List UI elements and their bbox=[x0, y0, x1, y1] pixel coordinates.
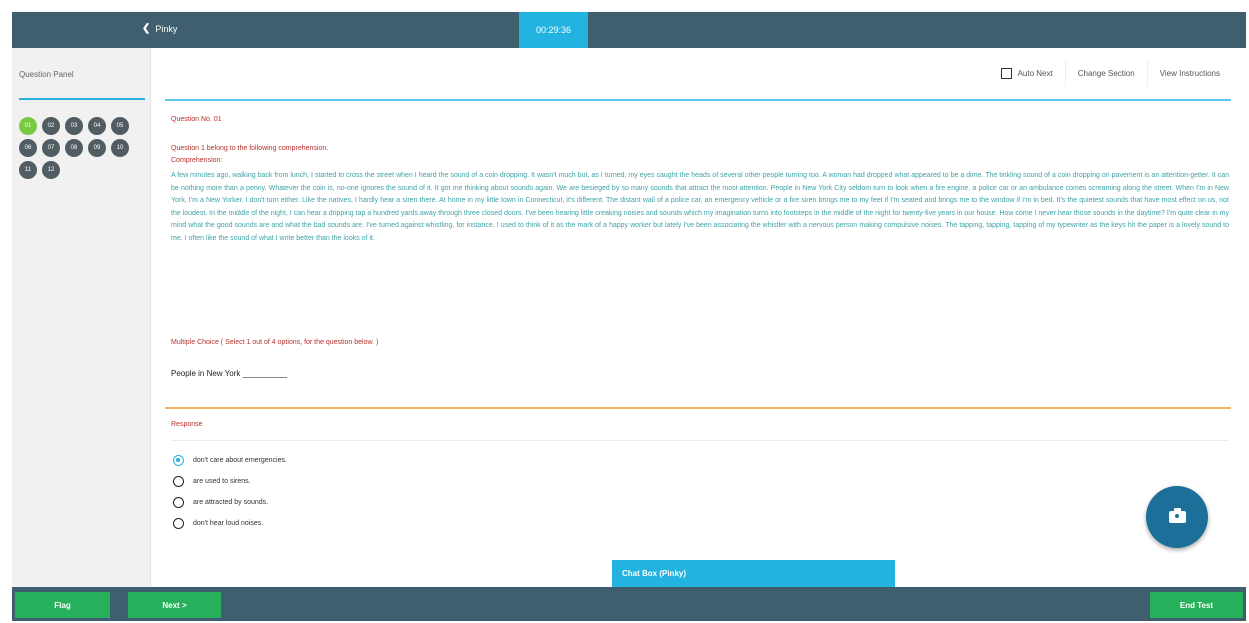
question-panel: Question Panel 01 02 03 04 05 06 07 08 0… bbox=[12, 48, 151, 587]
answer-option[interactable]: don't hear loud noises. bbox=[173, 513, 287, 534]
bottom-bar: Flag Next > End Test bbox=[12, 587, 1246, 621]
question-button-06[interactable]: 06 bbox=[19, 139, 37, 157]
auto-next-checkbox[interactable] bbox=[1000, 67, 1012, 79]
main-content: Auto Next Change Section View Instructio… bbox=[151, 48, 1246, 587]
end-test-button[interactable]: End Test bbox=[1150, 592, 1243, 618]
chevron-left-icon: ❮ bbox=[142, 23, 151, 34]
radio-button[interactable] bbox=[173, 497, 184, 508]
question-panel-title: Question Panel bbox=[19, 70, 74, 79]
answer-options: don't care about emergencies. are used t… bbox=[173, 450, 287, 534]
question-intro: Question 1 belong to the following compr… bbox=[171, 145, 329, 152]
camera-icon bbox=[1168, 508, 1186, 523]
camera-button[interactable] bbox=[1146, 486, 1208, 548]
back-label: Pinky bbox=[155, 24, 178, 34]
chat-box-header[interactable]: Chat Box (Pinky) bbox=[612, 560, 895, 587]
question-number: Question No. 01 bbox=[171, 116, 222, 123]
question-button-12[interactable]: 12 bbox=[42, 161, 60, 179]
answer-option[interactable]: are used to sirens. bbox=[173, 471, 287, 492]
radio-button[interactable] bbox=[173, 476, 184, 487]
answer-option-label: are used to sirens. bbox=[193, 478, 251, 485]
question-button-04[interactable]: 04 bbox=[88, 117, 106, 135]
flag-button[interactable]: Flag bbox=[15, 592, 110, 618]
answer-option[interactable]: don't care about emergencies. bbox=[173, 450, 287, 471]
timer: 00:29:36 bbox=[519, 12, 588, 48]
question-button-08[interactable]: 08 bbox=[65, 139, 83, 157]
auto-next-label: Auto Next bbox=[1017, 68, 1053, 78]
question-button-07[interactable]: 07 bbox=[42, 139, 60, 157]
panel-divider bbox=[19, 98, 145, 100]
toolbar: Auto Next Change Section View Instructio… bbox=[989, 60, 1232, 86]
comprehension-label: Comprehension: bbox=[171, 157, 223, 164]
top-bar: ❮ Pinky 00:29:36 bbox=[12, 12, 1246, 48]
auto-next-toggle[interactable]: Auto Next bbox=[989, 60, 1065, 86]
response-label: Response bbox=[171, 421, 203, 428]
question-button-02[interactable]: 02 bbox=[42, 117, 60, 135]
question-divider bbox=[165, 99, 1231, 101]
question-button-01[interactable]: 01 bbox=[19, 117, 37, 135]
view-instructions-button[interactable]: View Instructions bbox=[1146, 60, 1232, 86]
response-separator bbox=[171, 440, 1229, 441]
comprehension-passage: A few minutes ago, walking back from lun… bbox=[171, 172, 1229, 242]
answer-option-label: don't hear loud noises. bbox=[193, 520, 264, 527]
mcq-instruction: Multiple Choice ( Select 1 out of 4 opti… bbox=[171, 339, 379, 346]
question-button-05[interactable]: 05 bbox=[111, 117, 129, 135]
question-button-09[interactable]: 09 bbox=[88, 139, 106, 157]
question-button-10[interactable]: 10 bbox=[111, 139, 129, 157]
radio-button[interactable] bbox=[173, 518, 184, 529]
question-button-03[interactable]: 03 bbox=[65, 117, 83, 135]
answer-option-label: are attracted by sounds. bbox=[193, 499, 269, 506]
question-text: People in New York __________ bbox=[171, 369, 288, 378]
back-button[interactable]: ❮ Pinky bbox=[142, 23, 178, 35]
next-button[interactable]: Next > bbox=[128, 592, 221, 618]
question-button-11[interactable]: 11 bbox=[19, 161, 37, 179]
change-section-button[interactable]: Change Section bbox=[1064, 60, 1147, 86]
radio-button[interactable] bbox=[173, 455, 184, 466]
response-divider bbox=[165, 407, 1231, 409]
question-grid: 01 02 03 04 05 06 07 08 09 10 11 12 bbox=[19, 117, 149, 179]
answer-option-label: don't care about emergencies. bbox=[193, 457, 287, 464]
answer-option[interactable]: are attracted by sounds. bbox=[173, 492, 287, 513]
